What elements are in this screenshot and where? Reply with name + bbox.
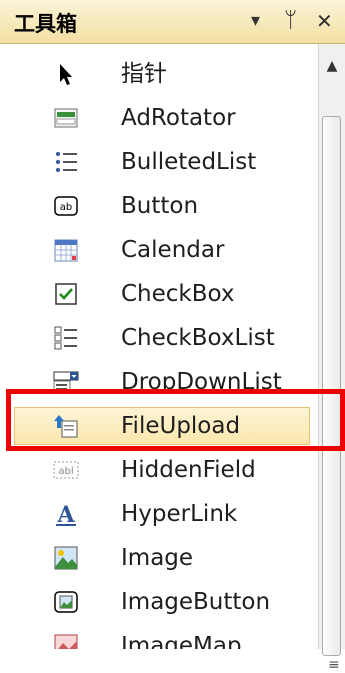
toolbox-item-imagebutton[interactable]: ImageButton	[0, 580, 318, 624]
annotation-red-box	[6, 389, 345, 451]
toolbox-item-label: Button	[121, 193, 199, 219]
toolbox-item-calendar[interactable]: Calendar	[0, 228, 318, 272]
toolbox-item-label: CheckBox	[121, 281, 235, 307]
toolbox-item-hyperlink[interactable]: A HyperLink	[0, 492, 318, 536]
toolbox-item-bulletedlist[interactable]: BulletedList	[0, 140, 318, 184]
scroll-grip-icon: ≡	[328, 657, 340, 673]
scroll-up-icon[interactable]: ▲	[319, 44, 345, 88]
toolbox-item-label: Image	[121, 545, 194, 571]
hidden-field-icon: abl	[53, 461, 79, 479]
toolbox-title: 工具箱	[14, 12, 77, 36]
toolbox-item-checkboxlist[interactable]: CheckBoxList	[0, 316, 318, 360]
toolbox-item-label: HiddenField	[121, 457, 256, 483]
vertical-scrollbar[interactable]: ▲ ≡	[318, 44, 345, 673]
adrotator-icon	[54, 108, 78, 128]
toolbox-item-label: BulletedList	[121, 149, 257, 175]
svg-text:abl: abl	[58, 466, 73, 477]
toolbox-item-image[interactable]: Image	[0, 536, 318, 580]
toolbox-item-button[interactable]: ab Button	[0, 184, 318, 228]
pointer-icon	[60, 64, 72, 85]
image-button-icon	[54, 591, 78, 613]
toolbox-item-hiddenfield[interactable]: abl HiddenField	[0, 448, 318, 492]
close-icon[interactable]: ✕	[316, 6, 333, 36]
toolbox-item-label: AdRotator	[121, 105, 236, 131]
image-map-icon	[54, 634, 78, 649]
toolbox-item-label: CheckBoxList	[121, 325, 275, 351]
button-icon: ab	[54, 196, 78, 216]
toolbox-item-imagemap[interactable]: ImageMap	[0, 624, 318, 649]
checkbox-icon	[55, 283, 77, 305]
toolbox-item-label: Calendar	[121, 237, 225, 263]
pin-icon[interactable]: ᛘ	[284, 6, 297, 36]
checkbox-list-icon	[54, 326, 77, 350]
svg-text:ab: ab	[60, 202, 72, 213]
toolbox-item-label: ImageButton	[121, 589, 271, 615]
toolbox-item-label: 指针	[121, 61, 167, 87]
hyperlink-icon: A	[56, 502, 76, 527]
bulleted-list-icon	[56, 152, 77, 172]
toolbox-item-label: ImageMap	[121, 633, 242, 649]
dropdown-arrow-icon[interactable]: ▾	[251, 6, 260, 36]
toolbox-item-adrotator[interactable]: AdRotator	[0, 96, 318, 140]
toolbox-item-label: HyperLink	[121, 501, 238, 527]
toolbox-item-checkbox[interactable]: CheckBox	[0, 272, 318, 316]
svg-text:A: A	[56, 502, 75, 527]
toolbox-list: 指针 AdRotator BulletedList ab Button Cale…	[0, 44, 318, 649]
calendar-icon	[54, 239, 78, 262]
toolbox-titlebar: 工具箱 ▾ ᛘ ✕	[0, 0, 345, 44]
toolbox-item-pointer[interactable]: 指针	[0, 52, 318, 96]
scrollbar-thumb[interactable]: ≡	[322, 116, 341, 673]
image-icon	[54, 546, 78, 570]
